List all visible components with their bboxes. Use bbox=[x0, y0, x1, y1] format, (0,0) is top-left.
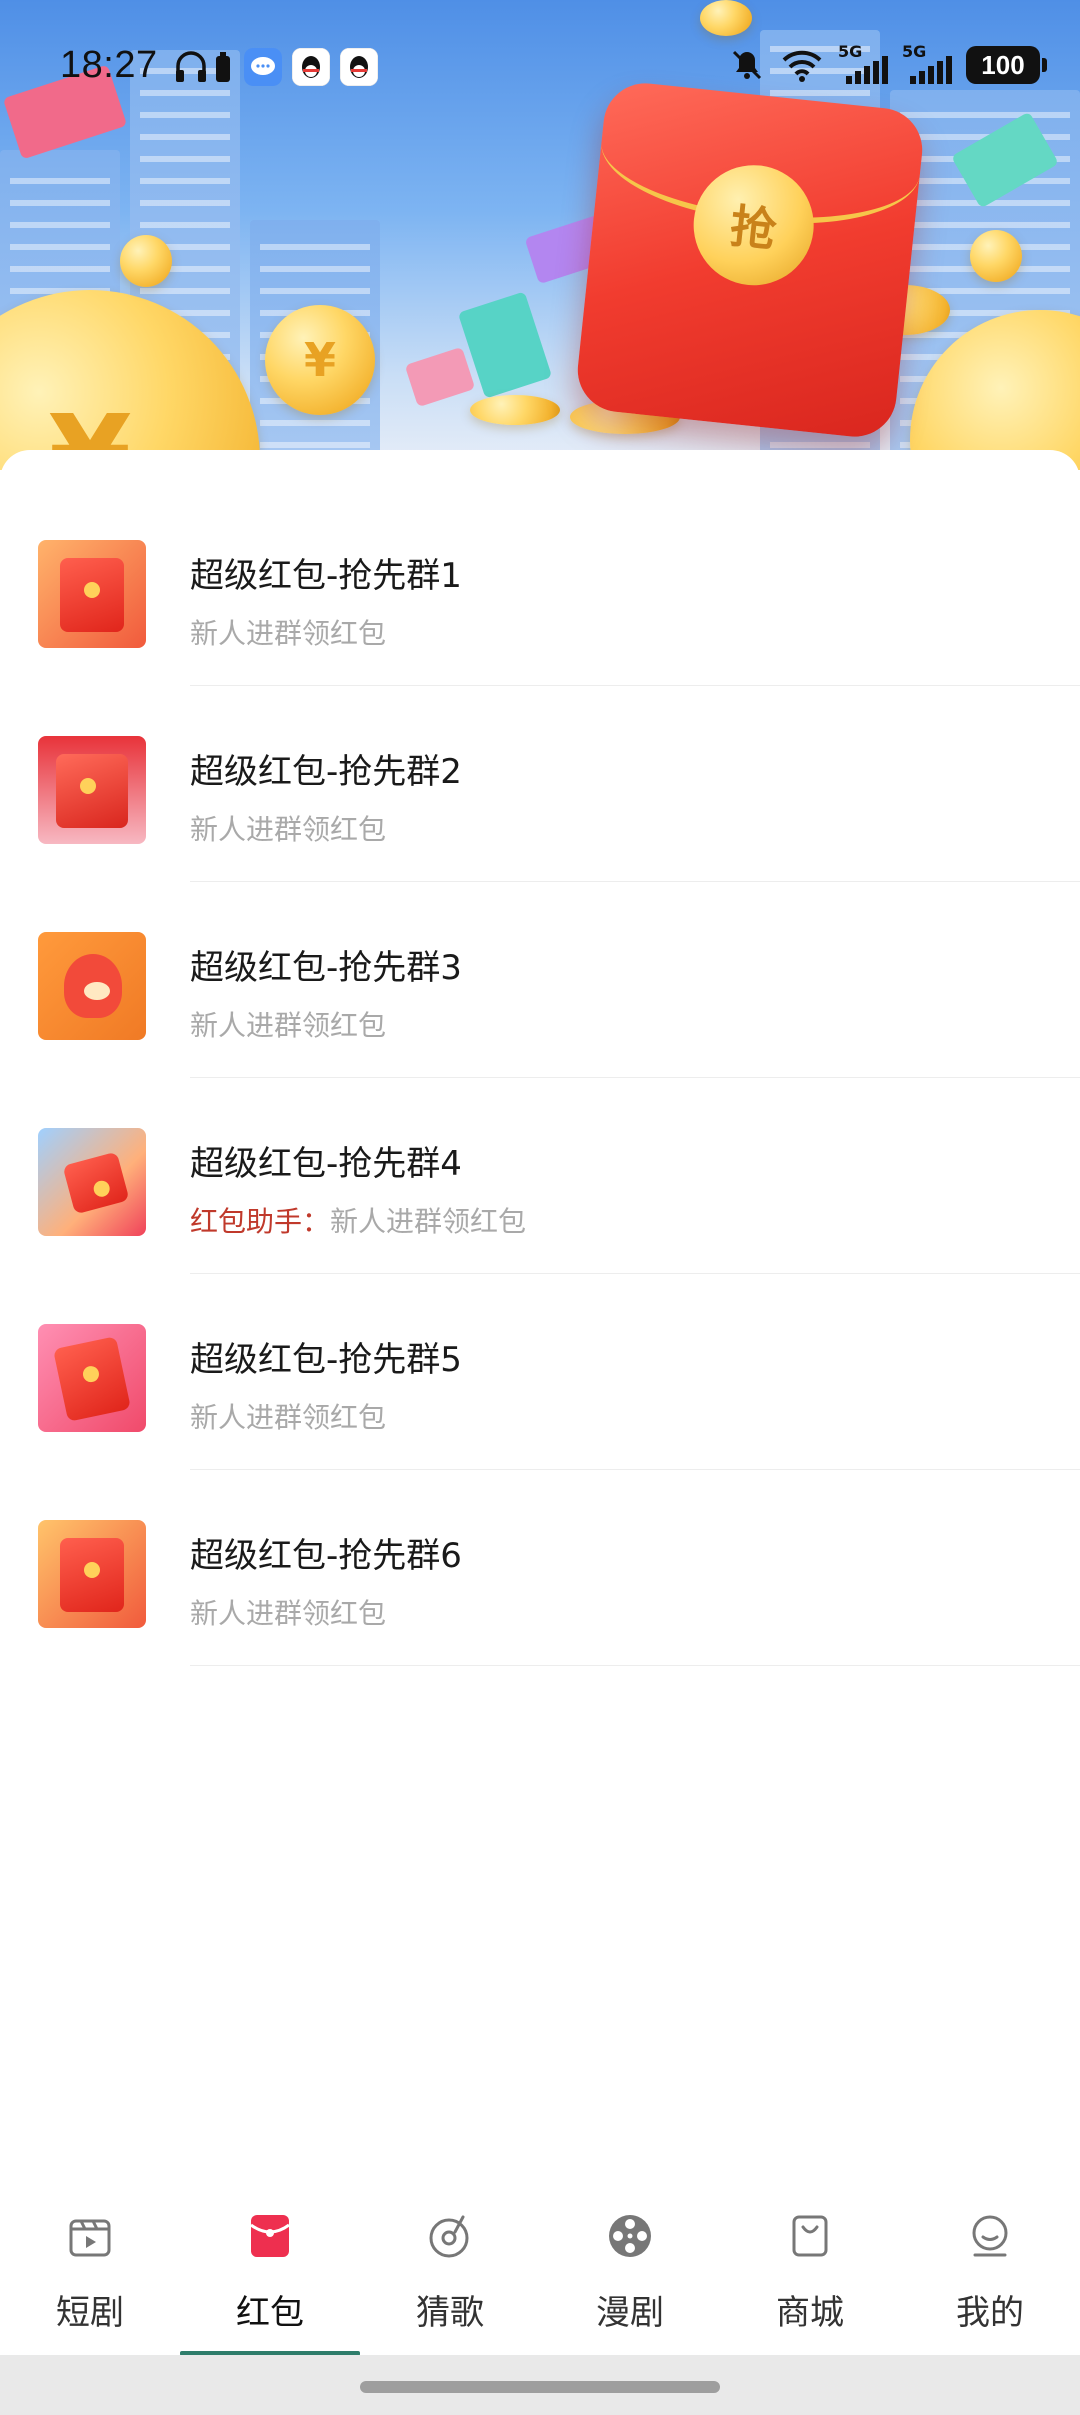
item-subtitle: 红包助手：新人进群领红包 bbox=[190, 1205, 527, 1238]
gold-coin bbox=[700, 0, 752, 36]
gold-coin bbox=[970, 230, 1022, 282]
group-list: 超级红包-抢先群1 新人进群领红包 超级红包-抢先群2 新人进群领红包 超级红包… bbox=[0, 450, 1080, 2200]
tab-red-packet[interactable]: 红包 bbox=[180, 2185, 360, 2355]
bottom-nav: 短剧 红包 猜歌 漫剧 商城 我的 bbox=[0, 2185, 1080, 2356]
coupon-ticket bbox=[404, 346, 476, 408]
gesture-area bbox=[0, 2355, 1080, 2415]
clock: 18:27 bbox=[60, 44, 158, 86]
cellular-signal-2: 5G bbox=[902, 42, 952, 84]
group-avatar bbox=[38, 1520, 146, 1628]
film-reel-icon bbox=[609, 2215, 651, 2257]
signal-bars-icon bbox=[910, 56, 952, 84]
tab-comic-drama[interactable]: 漫剧 bbox=[540, 2185, 720, 2355]
list-item[interactable]: 超级红包-抢先群6 新人进群领红包 bbox=[0, 1470, 1080, 1666]
group-avatar bbox=[38, 736, 146, 844]
cellular-signal-1: 5G bbox=[838, 42, 888, 84]
item-title: 超级红包-抢先群6 bbox=[190, 1536, 462, 1576]
profile-icon bbox=[972, 2215, 1008, 2257]
item-title: 超级红包-抢先群4 bbox=[190, 1144, 462, 1184]
group-avatar bbox=[38, 932, 146, 1040]
list-item[interactable]: 超级红包-抢先群4 红包助手：新人进群领红包 bbox=[0, 1078, 1080, 1274]
wifi-icon bbox=[782, 50, 822, 82]
tab-label: 猜歌 bbox=[416, 2293, 484, 2333]
gold-coin: ¥ bbox=[265, 305, 375, 415]
gold-coin bbox=[470, 395, 560, 425]
qq-icon bbox=[292, 48, 330, 86]
battery-indicator: 100 bbox=[966, 46, 1047, 84]
tab-label: 红包 bbox=[236, 2293, 304, 2333]
tab-label: 漫剧 bbox=[596, 2293, 664, 2333]
status-bar: 18:27 5G 5G 100 bbox=[0, 40, 1080, 96]
item-title: 超级红包-抢先群1 bbox=[190, 556, 462, 596]
gold-coin: ¥ bbox=[0, 290, 260, 470]
list-item[interactable]: 超级红包-抢先群5 新人进群领红包 bbox=[0, 1274, 1080, 1470]
red-envelope-illustration: 抢 bbox=[573, 79, 927, 441]
divider bbox=[190, 1665, 1080, 1666]
battery-small-icon bbox=[216, 52, 230, 82]
tab-label: 我的 bbox=[956, 2293, 1024, 2333]
home-gesture-bar[interactable] bbox=[360, 2381, 720, 2393]
group-avatar bbox=[38, 540, 146, 648]
bell-muted-icon bbox=[732, 50, 762, 80]
tab-label: 短剧 bbox=[56, 2293, 124, 2333]
headphones-icon bbox=[176, 51, 206, 82]
item-title: 超级红包-抢先群2 bbox=[190, 752, 462, 792]
group-avatar bbox=[38, 1128, 146, 1236]
list-item[interactable]: 超级红包-抢先群1 新人进群领红包 bbox=[0, 490, 1080, 686]
tab-profile[interactable]: 我的 bbox=[900, 2185, 1080, 2355]
item-subtitle: 新人进群领红包 bbox=[190, 617, 387, 650]
signal-bars-icon bbox=[846, 56, 888, 84]
assistant-label: 红包助手： bbox=[190, 1205, 331, 1238]
item-subtitle: 新人进群领红包 bbox=[190, 1597, 387, 1630]
item-subtitle: 新人进群领红包 bbox=[190, 1009, 387, 1042]
group-avatar bbox=[38, 1324, 146, 1432]
qq-icon bbox=[340, 48, 378, 86]
tab-mall[interactable]: 商城 bbox=[720, 2185, 900, 2355]
status-icons: 5G 5G 100 bbox=[728, 42, 1047, 84]
shopping-bag-icon bbox=[792, 2215, 828, 2257]
list-item[interactable]: 超级红包-抢先群3 新人进群领红包 bbox=[0, 882, 1080, 1078]
gold-coin bbox=[120, 235, 172, 287]
item-title: 超级红包-抢先群5 bbox=[190, 1340, 462, 1380]
list-item[interactable]: 超级红包-抢先群2 新人进群领红包 bbox=[0, 686, 1080, 882]
item-title: 超级红包-抢先群3 bbox=[190, 948, 462, 988]
short-drama-icon bbox=[69, 2219, 111, 2257]
grab-seal: 抢 bbox=[687, 159, 820, 292]
tab-short-drama[interactable]: 短剧 bbox=[0, 2185, 180, 2355]
red-packet-icon bbox=[250, 2215, 290, 2257]
item-subtitle: 新人进群领红包 bbox=[190, 813, 387, 846]
tab-label: 商城 bbox=[776, 2293, 844, 2333]
music-disc-icon bbox=[429, 2215, 469, 2258]
message-app-icon bbox=[244, 48, 282, 86]
tab-guess-song[interactable]: 猜歌 bbox=[360, 2185, 540, 2355]
item-subtitle: 新人进群领红包 bbox=[190, 1401, 387, 1434]
